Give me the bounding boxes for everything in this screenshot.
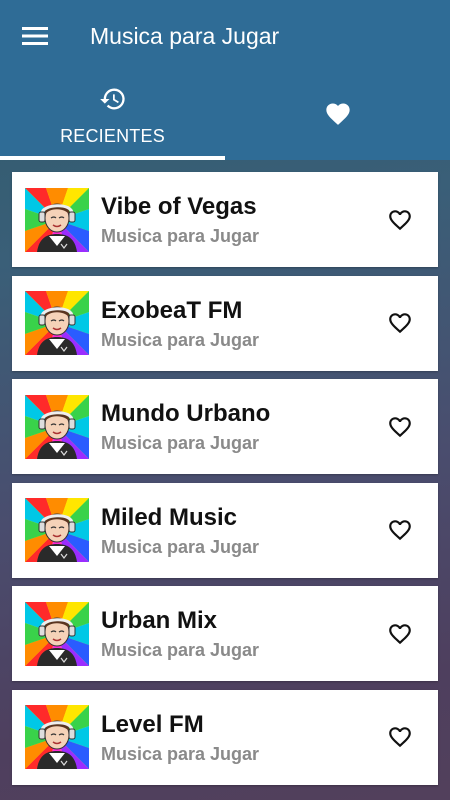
station-card[interactable]: ExobeaT FM Musica para Jugar [12,275,438,371]
tab-bar: RECIENTES [0,72,450,160]
station-subtitle: Musica para Jugar [101,433,260,453]
station-name: Vibe of Vegas [101,193,257,220]
station-card[interactable]: Vibe of Vegas Musica para Jugar [12,172,438,267]
app-title: Musica para Jugar [90,22,280,49]
tab-recientes[interactable]: RECIENTES [0,72,225,160]
heart-filled-icon [324,100,352,133]
favorite-button[interactable] [370,276,430,371]
app-bar: Musica para Jugar [0,0,450,72]
station-list: Vibe of Vegas Musica para Jugar ExobeaT … [12,172,438,793]
menu-button[interactable] [0,0,70,72]
heart-outline-icon [389,623,411,644]
menu-icon [22,27,48,45]
station-name: Miled Music [101,503,238,531]
tab-recientes-label: RECIENTES [60,126,165,146]
station-text: Mundo Urbano Musica para Jugar [101,399,370,454]
station-logo [25,601,89,666]
station-subtitle: Musica para Jugar [101,536,260,557]
station-name: Urban Mix [101,607,218,634]
station-text: Urban Mix Musica para Jugar [101,606,370,661]
heart-outline-icon [389,416,411,437]
heart-outline-icon [389,313,411,334]
station-logo [25,498,89,562]
station-subtitle: Musica para Jugar [101,329,260,350]
station-logo [25,705,89,769]
station-name: ExobeaT FM [101,296,243,324]
station-name: Mundo Urbano [101,400,271,427]
tab-indicator [0,156,225,160]
station-subtitle: Musica para Jugar [101,743,260,764]
history-icon [99,85,127,118]
station-text: Level FM Musica para Jugar [101,710,370,765]
station-logo [25,291,89,355]
favorite-button[interactable] [370,690,430,785]
heart-outline-icon [389,727,411,748]
station-text: Vibe of Vegas Musica para Jugar [101,192,370,247]
station-card[interactable]: Miled Music Musica para Jugar [12,482,438,578]
favorite-button[interactable] [370,172,430,267]
station-card[interactable]: Mundo Urbano Musica para Jugar [12,379,438,474]
heart-outline-icon [389,520,411,541]
station-text: Miled Music Musica para Jugar [101,503,370,558]
station-logo [25,187,89,252]
favorite-button[interactable] [370,586,430,681]
station-card[interactable]: Level FM Musica para Jugar [12,689,438,785]
station-subtitle: Musica para Jugar [101,640,260,660]
station-card[interactable]: Urban Mix Musica para Jugar [12,586,438,681]
station-logo [25,394,89,459]
heart-outline-icon [389,209,411,230]
station-subtitle: Musica para Jugar [101,226,260,246]
tab-favoritos[interactable] [225,72,450,160]
station-text: ExobeaT FM Musica para Jugar [101,296,370,351]
favorite-button[interactable] [370,379,430,474]
favorite-button[interactable] [370,483,430,578]
station-name: Level FM [101,710,204,738]
